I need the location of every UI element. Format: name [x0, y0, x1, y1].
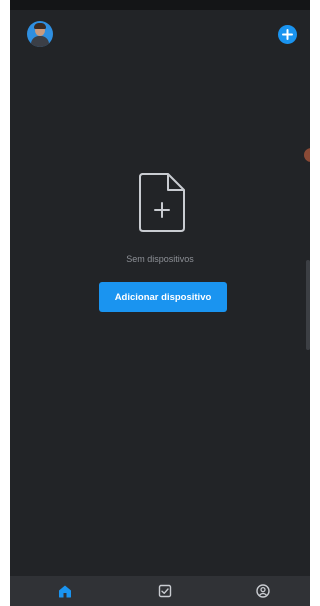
top-bar	[10, 14, 310, 54]
nav-item-home[interactable]	[56, 582, 74, 600]
plus-icon	[282, 29, 293, 40]
file-add-icon	[139, 173, 185, 232]
scrollbar[interactable]	[306, 260, 310, 350]
app-screen: Sem dispositivos Adicionar dispositivo	[10, 0, 310, 606]
user-circle-icon	[256, 584, 270, 598]
nav-item-profile[interactable]	[254, 582, 272, 600]
status-bar	[10, 0, 310, 10]
avatar-hair	[34, 23, 46, 29]
bottom-navigation	[10, 576, 310, 606]
empty-state-label: Sem dispositivos	[126, 254, 194, 264]
add-device-icon-button[interactable]	[278, 25, 297, 44]
checkbox-icon	[158, 584, 172, 598]
add-device-button[interactable]: Adicionar dispositivo	[99, 282, 227, 312]
nav-item-tasks[interactable]	[156, 582, 174, 600]
home-icon	[59, 585, 71, 598]
avatar-body	[31, 36, 49, 47]
floating-handle[interactable]	[304, 148, 310, 162]
avatar[interactable]	[27, 21, 53, 47]
